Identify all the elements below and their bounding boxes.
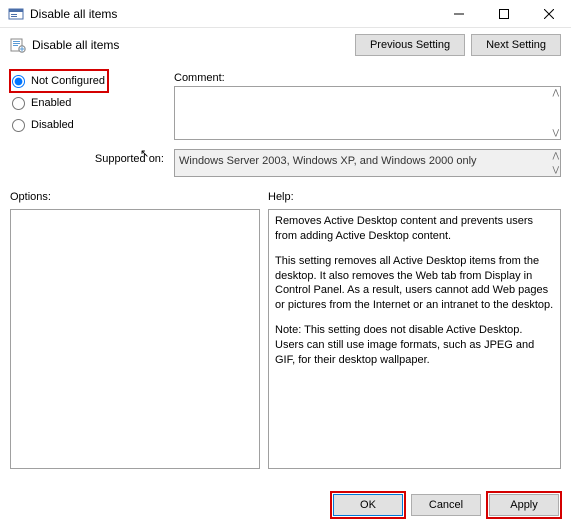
dialog-footer: OK Cancel Apply <box>0 485 571 525</box>
help-paragraph: Removes Active Desktop content and preve… <box>275 214 554 244</box>
radio-enabled-label: Enabled <box>31 97 71 109</box>
window-titlebar: Disable all items <box>0 0 571 28</box>
supported-on-label: Supported on: ↖ <box>10 149 170 165</box>
comment-label: Comment: <box>174 72 561 84</box>
help-paragraph: This setting removes all Active Desktop … <box>275 254 554 313</box>
help-pane: Removes Active Desktop content and preve… <box>268 209 561 469</box>
policy-icon <box>10 37 26 53</box>
minimize-button[interactable] <box>436 0 481 28</box>
previous-setting-button[interactable]: Previous Setting <box>355 34 465 56</box>
options-pane <box>10 209 260 469</box>
radio-not-configured-label: Not Configured <box>31 75 105 87</box>
policy-name: Disable all items <box>32 38 119 52</box>
apply-button[interactable]: Apply <box>489 494 559 516</box>
supported-on-value: Windows Server 2003, Windows XP, and Win… <box>174 149 561 177</box>
header-row: Disable all items Previous Setting Next … <box>0 28 571 60</box>
comment-textarea[interactable] <box>174 86 561 140</box>
help-label: Help: <box>260 191 561 203</box>
close-button[interactable] <box>526 0 571 28</box>
help-paragraph: Note: This setting does not disable Acti… <box>275 323 554 368</box>
next-setting-button[interactable]: Next Setting <box>471 34 561 56</box>
radio-not-configured-input[interactable] <box>12 75 25 88</box>
radio-not-configured[interactable]: Not Configured <box>10 70 108 92</box>
window-title: Disable all items <box>30 7 117 21</box>
app-icon <box>8 6 24 22</box>
cancel-button[interactable]: Cancel <box>411 494 481 516</box>
radio-enabled[interactable]: Enabled <box>10 92 170 114</box>
radio-disabled-input[interactable] <box>12 119 25 132</box>
ok-button[interactable]: OK <box>333 494 403 516</box>
radio-disabled[interactable]: Disabled <box>10 114 170 136</box>
state-radio-group: Not Configured Enabled Disabled <box>10 64 170 143</box>
maximize-button[interactable] <box>481 0 526 28</box>
options-label: Options: <box>10 191 260 203</box>
radio-disabled-label: Disabled <box>31 119 74 131</box>
radio-enabled-input[interactable] <box>12 97 25 110</box>
